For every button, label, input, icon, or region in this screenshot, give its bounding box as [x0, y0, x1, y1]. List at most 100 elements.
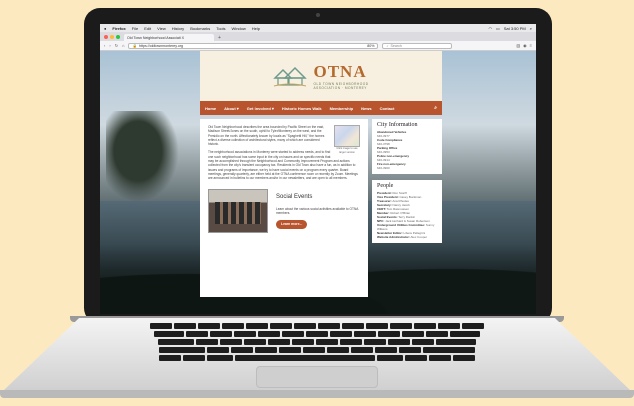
address-bar[interactable]: 🔒 https://oldtownmonterey.org 80% — [128, 42, 379, 49]
menu-icon[interactable]: ≡ — [530, 43, 532, 48]
key[interactable] — [450, 331, 480, 337]
key[interactable] — [292, 339, 314, 345]
key[interactable] — [366, 323, 388, 329]
key[interactable] — [158, 339, 194, 345]
key[interactable] — [364, 339, 386, 345]
neighborhood-map-image[interactable] — [334, 125, 360, 147]
spotlight-icon[interactable]: ⌕ — [530, 26, 532, 31]
zoom-window-icon[interactable] — [116, 34, 120, 39]
key[interactable] — [377, 355, 403, 361]
site-search-icon[interactable]: ⌕ — [434, 105, 437, 111]
key[interactable] — [196, 339, 218, 345]
menubar-clock[interactable]: Sat 3:50 PM — [504, 26, 526, 31]
key[interactable] — [429, 355, 451, 361]
search-input[interactable]: ⌕ Search — [382, 42, 453, 49]
key[interactable] — [198, 323, 220, 329]
key[interactable] — [207, 355, 233, 361]
key[interactable] — [327, 347, 349, 353]
key[interactable] — [423, 347, 475, 353]
key[interactable] — [405, 355, 427, 361]
nav-membership[interactable]: Membership — [330, 106, 354, 111]
back-icon[interactable]: ‹ — [104, 43, 105, 48]
key[interactable] — [222, 323, 244, 329]
key[interactable] — [244, 339, 266, 345]
key[interactable] — [453, 355, 475, 361]
menu-item-help[interactable]: Help — [252, 26, 260, 31]
key[interactable] — [255, 347, 277, 353]
page-viewport[interactable]: OTNA OLD TOWN NEIGHBORHOOD ASSOCIATION ·… — [100, 51, 536, 314]
key[interactable] — [246, 323, 268, 329]
forward-icon[interactable]: › — [109, 43, 110, 48]
menu-item-firefox[interactable]: Firefox — [112, 26, 125, 31]
battery-icon[interactable]: ▭ — [496, 26, 500, 31]
wifi-icon[interactable]: ◠ — [488, 26, 492, 31]
key[interactable] — [207, 347, 229, 353]
nav-news[interactable]: News — [361, 106, 371, 111]
key[interactable] — [318, 323, 340, 329]
key[interactable] — [426, 331, 448, 337]
key[interactable] — [388, 339, 410, 345]
key[interactable] — [234, 331, 256, 337]
key[interactable] — [316, 339, 338, 345]
key[interactable] — [159, 355, 181, 361]
account-icon[interactable]: ◉ — [523, 43, 527, 48]
reload-icon[interactable]: ↻ — [115, 43, 118, 48]
nav-home[interactable]: Home — [205, 106, 216, 111]
key[interactable] — [378, 331, 400, 337]
key[interactable] — [294, 323, 316, 329]
map-figure[interactable]: Click image to see larger version — [334, 125, 360, 156]
key[interactable] — [340, 339, 362, 345]
home-icon[interactable]: ⌂ — [122, 43, 124, 48]
key[interactable] — [375, 347, 397, 353]
key[interactable] — [279, 347, 301, 353]
nav-about[interactable]: About ▾ — [224, 106, 239, 111]
nav-contact[interactable]: Contact — [380, 106, 395, 111]
close-window-icon[interactable] — [104, 34, 108, 39]
new-tab-icon[interactable]: + — [218, 35, 221, 41]
menu-item-bookmarks[interactable]: Bookmarks — [190, 26, 210, 31]
key[interactable] — [412, 339, 434, 345]
browser-tab[interactable]: Old Town Neighborhood Associati X — [124, 34, 214, 41]
zoom-level[interactable]: 80% — [367, 44, 374, 48]
nav-historic-homes-walk[interactable]: Historic Homes Walk — [282, 106, 322, 111]
key[interactable] — [342, 323, 364, 329]
menu-item-view[interactable]: View — [157, 26, 166, 31]
menu-item-history[interactable]: History — [172, 26, 184, 31]
key[interactable] — [436, 339, 476, 345]
key[interactable] — [330, 331, 352, 337]
key[interactable] — [438, 323, 460, 329]
menu-item-window[interactable]: Window — [232, 26, 246, 31]
key[interactable] — [186, 331, 208, 337]
minimize-window-icon[interactable] — [110, 34, 114, 39]
otna-logo-icon[interactable] — [273, 64, 308, 88]
key[interactable] — [282, 331, 304, 337]
key[interactable] — [270, 323, 292, 329]
menu-item-file[interactable]: File — [132, 26, 138, 31]
learn-more-button[interactable]: Learn more... — [276, 220, 308, 229]
key[interactable] — [258, 331, 280, 337]
key[interactable] — [174, 323, 196, 329]
key[interactable] — [154, 331, 184, 337]
key[interactable] — [231, 347, 253, 353]
key[interactable] — [306, 331, 328, 337]
nav-get-involved[interactable]: Get Involved ▾ — [247, 106, 274, 111]
key[interactable] — [399, 347, 421, 353]
key[interactable] — [150, 323, 172, 329]
brand-name[interactable]: OTNA — [313, 62, 368, 82]
trackpad[interactable] — [256, 366, 378, 388]
menu-item-tools[interactable]: Tools — [216, 26, 225, 31]
apple-icon[interactable]: ● — [104, 26, 106, 31]
key[interactable] — [402, 331, 424, 337]
key[interactable] — [159, 347, 205, 353]
key[interactable] — [183, 355, 205, 361]
key[interactable] — [303, 347, 325, 353]
key[interactable] — [354, 331, 376, 337]
key[interactable] — [220, 339, 242, 345]
spacebar-key[interactable] — [235, 355, 375, 361]
key[interactable] — [210, 331, 232, 337]
key[interactable] — [390, 323, 412, 329]
key[interactable] — [462, 323, 484, 329]
library-icon[interactable]: ▥ — [516, 43, 520, 48]
key[interactable] — [268, 339, 290, 345]
key[interactable] — [414, 323, 436, 329]
